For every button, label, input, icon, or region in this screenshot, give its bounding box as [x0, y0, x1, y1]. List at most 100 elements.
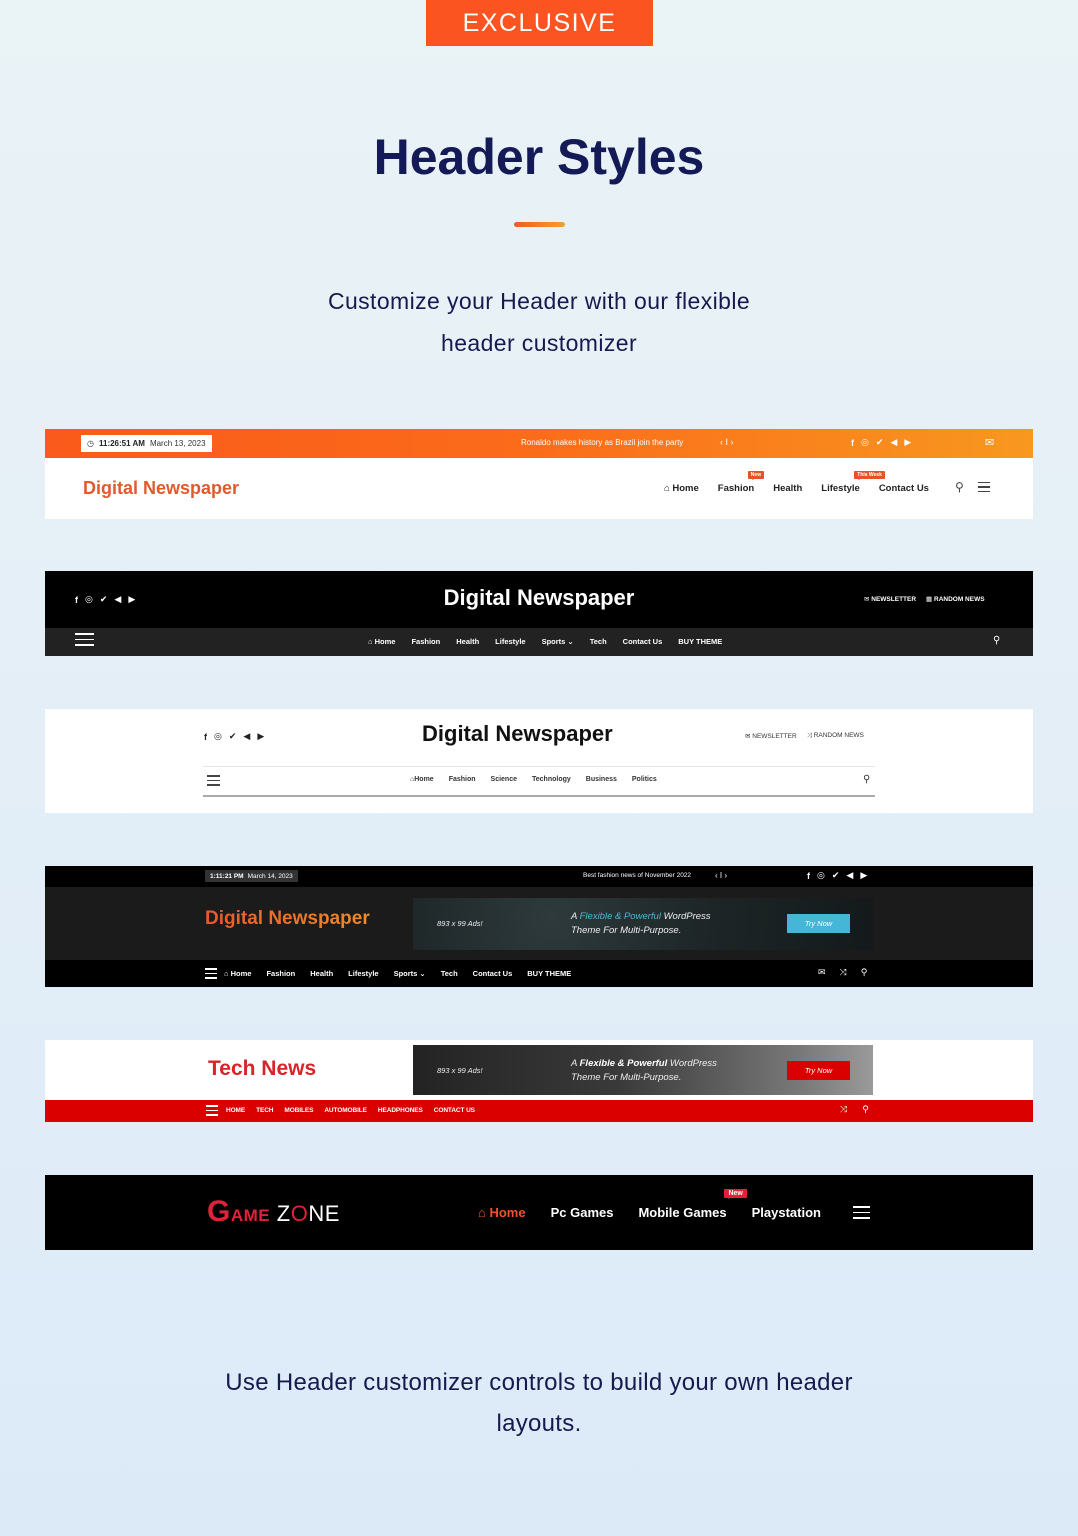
random-news-link[interactable]: ⤨ RANDOM NEWS [807, 732, 864, 740]
ticker-navigation[interactable]: ‹ I › [715, 871, 727, 880]
nav-item-home[interactable]: HOME [226, 1107, 245, 1114]
twitter-icon[interactable]: ✔ [832, 870, 840, 881]
page-subtitle: Customize your Header with our flexible … [0, 280, 1078, 364]
telegram-icon[interactable]: ◀ [846, 870, 853, 881]
nav-item-pc-games[interactable]: Pc Games [551, 1205, 614, 1220]
divider [203, 766, 875, 767]
title-divider [514, 222, 565, 227]
header-links: ✉ NEWSLETTER ⤨ RANDOM NEWS [745, 732, 864, 740]
instagram-icon[interactable]: ◎ [214, 731, 222, 742]
facebook-icon[interactable]: f [204, 732, 207, 742]
news-ticker[interactable]: Best fashion news of November 2022 [583, 872, 691, 879]
nav-item-fashion[interactable]: New Fashion [718, 471, 765, 494]
try-now-button[interactable]: Try Now [787, 1061, 850, 1080]
shuffle-icon[interactable]: ⤨ [840, 1104, 847, 1115]
nav-item-business[interactable]: Business [586, 776, 617, 783]
search-icon[interactable]: ⚲ [993, 635, 1000, 646]
twitter-icon[interactable]: ✔ [229, 731, 237, 742]
menu-icon[interactable] [853, 1206, 870, 1219]
header-actions: ⚲ [955, 480, 990, 494]
site-logo[interactable]: GAME ZONE [207, 1195, 340, 1229]
youtube-icon[interactable]: ▶ [904, 437, 911, 448]
social-icons: f ◎ ✔ ◀ ▶ [204, 731, 264, 742]
nav-item-science[interactable]: Science [491, 776, 517, 783]
nav-item-contact-us[interactable]: Contact Us [623, 637, 663, 646]
site-logo[interactable]: Digital Newspaper [83, 478, 239, 499]
random-news-link[interactable]: ▦ RANDOM NEWS [926, 595, 985, 603]
menu-icon[interactable] [207, 775, 220, 786]
nav-item-home[interactable]: ⌂ Home [664, 483, 699, 494]
newsletter-link[interactable]: ✉ NEWSLETTER [745, 732, 797, 740]
footer-line-2: layouts. [496, 1410, 582, 1437]
telegram-icon[interactable]: ◀ [243, 731, 250, 742]
newsletter-icon[interactable]: ✉ [985, 436, 994, 449]
nav-item-tech[interactable]: Tech [590, 637, 607, 646]
nav-bar [45, 1100, 1033, 1122]
nav-item-lifestyle[interactable]: Lifestyle [495, 637, 525, 646]
nav-item-lifestyle[interactable]: Lifestyle [348, 969, 378, 978]
facebook-icon[interactable]: f [807, 871, 810, 881]
nav-item-home[interactable]: ⌂ Home [478, 1205, 526, 1220]
nav-item-sports[interactable]: Sports ⌄ [394, 969, 426, 978]
calendar-icon: ▦ [926, 596, 934, 603]
nav-item-contact-us[interactable]: CONTACT US [434, 1107, 475, 1114]
nav-item-buy-theme[interactable]: BUY THEME [678, 637, 722, 646]
facebook-icon[interactable]: f [851, 438, 854, 448]
nav-item-fashion[interactable]: Fashion [266, 969, 295, 978]
shuffle-icon[interactable]: ⤨ [840, 967, 847, 978]
search-icon[interactable]: ⚲ [862, 1104, 869, 1115]
menu-icon[interactable] [75, 633, 94, 646]
youtube-icon[interactable]: ▶ [257, 731, 264, 742]
nav-item-tech[interactable]: Tech [441, 969, 458, 978]
news-ticker[interactable]: Ronaldo makes history as Brazil join the… [521, 438, 683, 447]
site-logo[interactable]: Tech News [208, 1057, 316, 1081]
nav-item-technology[interactable]: Technology [532, 776, 571, 783]
nav-item-headphones[interactable]: HEADPHONES [378, 1107, 423, 1114]
newsletter-link[interactable]: ✉ NEWSLETTER [864, 595, 916, 603]
ad-banner[interactable]: 893 x 99 Ads! A Flexible & Powerful Word… [413, 898, 873, 950]
telegram-icon[interactable]: ◀ [890, 437, 897, 448]
nav-item-playstation[interactable]: Playstation [752, 1205, 821, 1220]
nav-item-sports[interactable]: Sports ⌄ [542, 637, 574, 646]
ad-highlight: Flexible & Powerful [579, 911, 661, 922]
nav-item-contact-us[interactable]: Contact Us [473, 969, 513, 978]
instagram-icon[interactable]: ◎ [817, 870, 825, 881]
try-now-button[interactable]: Try Now [787, 914, 850, 933]
home-icon: ⌂ [478, 1205, 490, 1220]
nav-item-mobiles[interactable]: MOBILES [284, 1107, 313, 1114]
new-badge: New [747, 471, 765, 480]
nav-item-health[interactable]: Health [310, 969, 333, 978]
twitter-icon[interactable]: ✔ [876, 437, 884, 448]
instagram-icon[interactable]: ◎ [861, 437, 869, 448]
ticker-navigation[interactable]: ‹ I › [720, 437, 734, 447]
main-navigation: ⌂ Home Fashion Health Lifestyle Sports ⌄… [205, 968, 571, 979]
nav-item-health[interactable]: Health [456, 637, 479, 646]
mail-icon[interactable]: ✉ [818, 967, 826, 978]
nav-item-home[interactable]: ⌂Home [410, 776, 434, 783]
date-text: March 14, 2023 [247, 872, 293, 880]
date-time-box: 1:11:21 PM March 14, 2023 [205, 870, 298, 882]
site-logo[interactable]: Digital Newspaper [205, 908, 370, 930]
youtube-icon[interactable]: ▶ [860, 870, 867, 881]
menu-icon[interactable] [205, 968, 217, 979]
nav-item-fashion[interactable]: Fashion [449, 776, 476, 783]
menu-icon[interactable] [977, 481, 990, 493]
nav-item-automobile[interactable]: AUTOMOBILE [324, 1107, 367, 1114]
nav-item-health[interactable]: Health [773, 483, 802, 494]
nav-item-politics[interactable]: Politics [632, 776, 657, 783]
site-logo[interactable]: Digital Newspaper [422, 721, 613, 747]
search-icon[interactable]: ⚲ [955, 480, 964, 494]
header-style-1-preview: ◷ 11:26:51 AM March 13, 2023 Ronaldo mak… [45, 429, 1033, 519]
nav-item-fashion[interactable]: Fashion [411, 637, 440, 646]
nav-item-home[interactable]: ⌂ Home [224, 969, 251, 978]
nav-item-tech[interactable]: TECH [256, 1107, 273, 1114]
nav-item-contact-us[interactable]: Contact Us [879, 483, 929, 494]
nav-item-lifestyle[interactable]: This Week Lifestyle [821, 471, 885, 494]
search-icon[interactable]: ⚲ [861, 967, 868, 978]
nav-item-buy-theme[interactable]: BUY THEME [527, 969, 571, 978]
nav-item-mobile-games[interactable]: New Mobile Games [638, 1189, 747, 1220]
search-icon[interactable]: ⚲ [863, 774, 870, 785]
ad-banner[interactable]: 893 x 99 Ads! A Flexible & Powerful Word… [413, 1045, 873, 1095]
nav-item-home[interactable]: ⌂ Home [368, 637, 395, 646]
menu-icon[interactable] [206, 1105, 218, 1116]
